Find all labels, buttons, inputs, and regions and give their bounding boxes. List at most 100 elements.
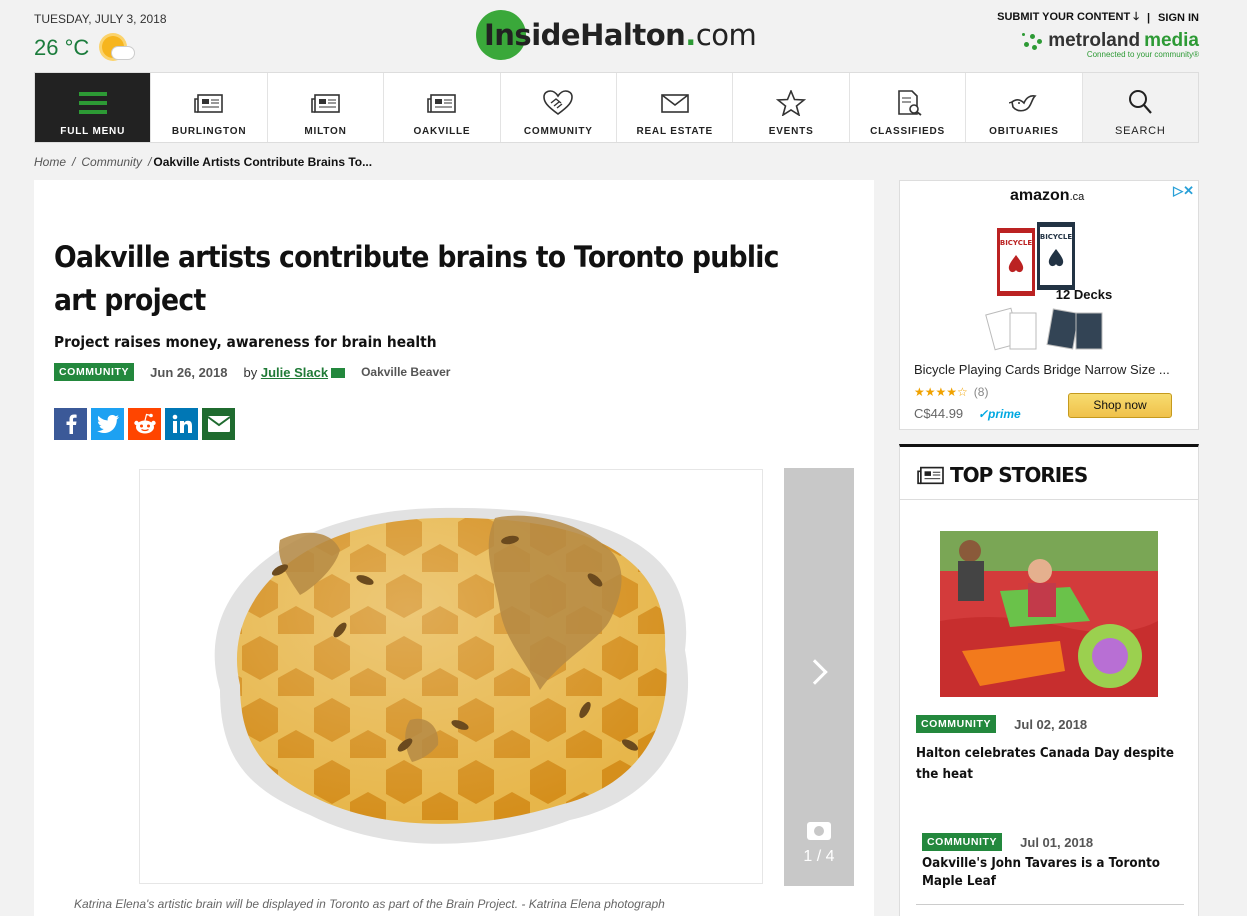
metroland-logo[interactable]: metroland media Connected to your communi… (1022, 30, 1199, 59)
nav-label: OBITUARIES (989, 126, 1059, 137)
nav-milton[interactable]: MILTON (268, 73, 385, 142)
newspaper-icon (427, 94, 456, 113)
nav-search[interactable]: SEARCH (1082, 73, 1199, 142)
hamburger-icon (78, 92, 107, 114)
star-icon (776, 90, 807, 116)
ad-product-title[interactable]: Bicycle Playing Cards Bridge Narrow Size… (914, 362, 1194, 377)
camera-icon (807, 822, 831, 840)
linkedin-icon[interactable] (165, 408, 198, 440)
breadcrumb-home[interactable]: Home (34, 155, 66, 169)
divider: | (1146, 11, 1151, 24)
nav-label: MILTON (304, 126, 347, 137)
amazon-logo: amazon.ca (1010, 187, 1085, 204)
sun-cloud-icon (99, 32, 136, 64)
article-headline: Oakville artists contribute brains to To… (54, 240, 779, 317)
nav-label: EVENTS (768, 126, 814, 137)
breadcrumb-separator: / (72, 155, 76, 169)
nav-real-estate[interactable]: REAL ESTATE (617, 73, 734, 142)
logo-text: InsideHalton (484, 18, 686, 52)
nav-label: FULL MENU (60, 126, 126, 137)
article-subhead: Project raises money, awareness for brai… (54, 333, 437, 351)
share-buttons (54, 408, 235, 440)
newspaper-icon (310, 94, 340, 113)
chevron-right-icon (802, 659, 828, 685)
story-title[interactable]: Halton celebrates Canada Day despite the… (916, 743, 1183, 785)
article-meta: COMMUNITY Jun 26, 2018 by Julie Slack Oa… (54, 363, 450, 381)
amazon-ad[interactable]: amazon.ca ▷✕ BICYCLE BICYCLE 12 Decks Bi… (899, 180, 1199, 430)
temperature: 26 °C (34, 35, 90, 60)
gallery-next-button[interactable]: 1 / 4 (784, 468, 854, 886)
photo-caption: Katrina Elena's artistic brain will be d… (74, 897, 665, 911)
breadcrumb: Home / Community / Oakville Artists Cont… (34, 155, 372, 169)
story-meta: COMMUNITY Jul 01, 2018 (922, 833, 1093, 851)
story-meta: COMMUNITY Jul 02, 2018 (916, 715, 1087, 733)
reddit-icon[interactable] (128, 408, 161, 440)
nav-classifieds[interactable]: CLASSIFIEDS (850, 73, 967, 142)
category-badge[interactable]: COMMUNITY (54, 363, 135, 381)
nav-community[interactable]: COMMUNITY (501, 73, 618, 142)
article-panel: Oakville artists contribute brains to To… (34, 180, 874, 916)
category-badge[interactable]: COMMUNITY (916, 715, 997, 733)
nav-events[interactable]: EVENTS (733, 73, 850, 142)
top-stories-heading: TOP STORIES (916, 463, 1088, 487)
nav-label: BURLINGTON (171, 126, 247, 137)
category-badge[interactable]: COMMUNITY (922, 833, 1003, 851)
review-count: (8) (973, 385, 989, 399)
playing-cards-product-image: BICYCLE BICYCLE 12 Decks (985, 220, 1112, 351)
dove-icon (1008, 95, 1037, 112)
photo-gallery[interactable] (139, 469, 763, 884)
nav-label: SEARCH (1115, 125, 1166, 137)
main-nav: FULL MENU BURLINGTON MILTON OAKVILLE COM… (34, 72, 1199, 143)
brain-honeycomb-photo (140, 470, 762, 883)
nav-label: OAKVILLE (413, 126, 471, 137)
twitter-icon[interactable] (91, 408, 124, 440)
top-stories-title: TOP STORIES (950, 463, 1088, 487)
nav-burlington[interactable]: BURLINGTON (151, 73, 268, 142)
ad-price: C$44.99 (914, 406, 964, 421)
arrow-down-icon: 🡓 (1133, 11, 1139, 23)
facebook-icon[interactable] (54, 408, 87, 440)
sign-in-link[interactable]: SIGN IN (1158, 12, 1199, 24)
children-boat-photo (940, 531, 1158, 697)
ad-rating: ★★★★☆ (8) (914, 385, 988, 399)
newspaper-icon (917, 466, 944, 485)
email-author-icon[interactable] (331, 368, 346, 379)
shop-now-button[interactable]: Shop now (1068, 393, 1172, 418)
adchoices-icon[interactable]: ▷✕ (1173, 183, 1194, 199)
breadcrumb-separator: / (148, 155, 152, 169)
author-link[interactable]: Julie Slack (261, 365, 328, 380)
story-date: Jul 01, 2018 (1020, 834, 1094, 850)
email-icon[interactable] (202, 408, 235, 440)
story-date: Jul 02, 2018 (1014, 716, 1088, 732)
by-label: by (243, 364, 258, 380)
site-logo[interactable]: InsideHalton.com (476, 10, 757, 60)
svg-text:BICYCLE: BICYCLE (1000, 239, 1032, 247)
nav-label: COMMUNITY (523, 126, 593, 137)
byline: by Julie Slack (243, 364, 346, 380)
story-title[interactable]: Oakville's John Tavares is a Toronto Map… (922, 855, 1189, 891)
envelope-icon (660, 94, 689, 113)
publication-name: Oakville Beaver (361, 365, 451, 379)
divider (916, 904, 1184, 905)
star-rating-icon: ★★★★☆ (914, 385, 968, 399)
top-stories-panel: TOP STORIES COMMUNITY Jul 02, 2018 Halto… (899, 444, 1199, 916)
breadcrumb-community[interactable]: Community (81, 155, 142, 169)
nav-label: REAL ESTATE (636, 126, 714, 137)
nav-label: CLASSIFIEDS (870, 126, 945, 137)
nav-oakville[interactable]: OAKVILLE (384, 73, 501, 142)
svg-text:BICYCLE: BICYCLE (1040, 233, 1072, 241)
story-thumbnail[interactable] (940, 531, 1158, 697)
newspaper-icon (194, 94, 223, 113)
logo-dot: . (685, 18, 696, 52)
weather-widget[interactable]: 26 °C (34, 32, 136, 64)
magnifier-icon (1129, 90, 1153, 114)
logo-suffix: com (695, 18, 757, 52)
metroland-dots-icon (1022, 30, 1044, 52)
metroland-text: metroland (1048, 30, 1141, 51)
nav-obituaries[interactable]: OBITUARIES (966, 73, 1083, 142)
submit-content-link[interactable]: SUBMIT YOUR CONTENT 🡓 (997, 8, 1139, 27)
document-search-icon (897, 90, 922, 116)
breadcrumb-current: Oakville Artists Contribute Brains To... (153, 155, 373, 169)
prime-badge-icon: ✓prime (978, 407, 1021, 421)
nav-full-menu[interactable]: FULL MENU (35, 73, 152, 142)
